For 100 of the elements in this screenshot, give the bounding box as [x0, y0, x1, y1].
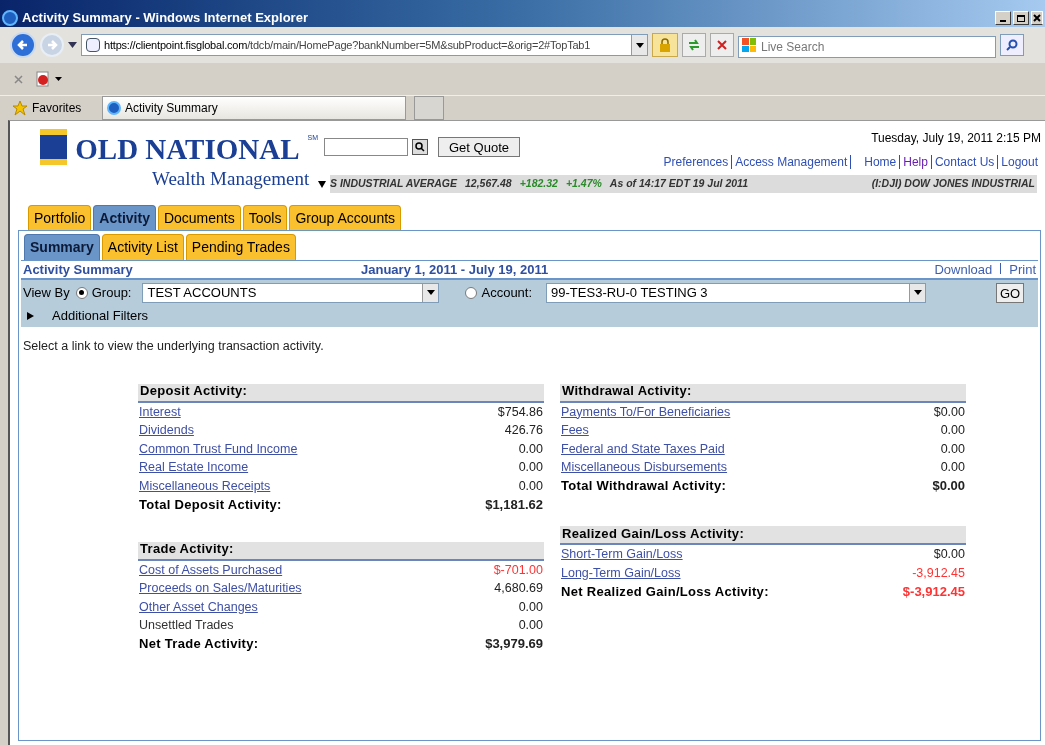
caret-icon [909, 283, 926, 302]
amount: 0.00 [518, 477, 543, 495]
window-title: Activity Summary - Windows Internet Explorer [22, 9, 308, 28]
activity-link[interactable]: Dividends [139, 421, 194, 440]
caret-icon[interactable] [631, 35, 647, 55]
expand-icon[interactable] [27, 312, 34, 320]
go-button[interactable]: GO [996, 282, 1024, 303]
nav-link[interactable]: Contact Us [931, 153, 998, 171]
sub-tab[interactable]: Activity List [101, 234, 184, 260]
close-button[interactable] [1031, 11, 1043, 25]
activity-link[interactable]: Federal and State Taxes Paid [561, 439, 725, 459]
favorites-button[interactable]: Favorites [32, 99, 82, 117]
address-field[interactable]: https://clientpoint.fisglobal.com/tdcb/main/HomePage?bankNumber=5M&subProduct=&orig=2#TopTab1 [81, 34, 648, 56]
activity-link[interactable]: Cost of Assets Purchased [139, 560, 283, 580]
amount: 426.76 [504, 422, 543, 440]
amount: $0.00 [933, 403, 965, 421]
instruction-text: Select a link to view the underlying transaction activity. [22, 338, 325, 355]
activity-link[interactable]: Proceeds on Sales/Maturities [139, 579, 302, 598]
caret-icon[interactable] [68, 42, 77, 48]
back-button[interactable] [10, 32, 36, 58]
browser-tab[interactable]: Activity Summary [102, 96, 406, 120]
nav-tab[interactable]: Documents [157, 205, 241, 230]
amount: 0.00 [940, 440, 965, 458]
activity-link[interactable]: Interest [139, 402, 181, 422]
row-label: Unsettled Trades [139, 617, 234, 635]
page-icon [86, 38, 100, 52]
activity-link[interactable]: Miscellaneous Disbursements [561, 458, 728, 477]
amount: 0.00 [518, 598, 543, 616]
dropdown-field[interactable]: 99-TES3-RU-0 TESTING 3 [546, 282, 927, 303]
search-field[interactable]: Live Search [738, 36, 996, 58]
browser-icon [107, 101, 121, 115]
section-header: Realized Gain/Loss Activity: [560, 526, 966, 546]
nav-tab[interactable]: Portfolio [28, 205, 92, 230]
amount: $-3,912.45 [902, 582, 965, 601]
refresh-button[interactable] [682, 33, 706, 57]
total-label: Total Deposit Activity: [139, 495, 282, 514]
search-button[interactable] [1000, 34, 1024, 56]
arrow-right-icon [46, 39, 58, 51]
amount: 0.00 [518, 440, 543, 458]
nav-link[interactable]: Access Management [732, 153, 851, 171]
activity-link[interactable]: Short-Term Gain/Loss [561, 545, 683, 564]
amount: $3,979.69 [485, 635, 543, 654]
ticker-text: 12,567.48 [465, 176, 512, 192]
amount: 4,680.69 [494, 580, 543, 598]
activity-link[interactable]: Other Asset Changes [139, 597, 258, 617]
action-link[interactable]: Print [1009, 259, 1036, 280]
section-header: Withdrawal Activity: [560, 383, 966, 403]
section-header: Deposit Activity: [138, 383, 544, 403]
activity-link[interactable]: Fees [561, 421, 589, 440]
section-header: Trade Activity: [138, 541, 544, 561]
nav-tab[interactable]: Activity [93, 205, 156, 230]
nav-link[interactable]: Home [861, 153, 900, 171]
date-range: January 1, 2011 - July 19, 2011 [361, 260, 549, 279]
radio-button[interactable] [75, 286, 88, 299]
nav-tab[interactable]: Tools [242, 205, 288, 230]
amount: $0.00 [932, 477, 965, 496]
minimize-button[interactable] [995, 11, 1011, 25]
amount: 0.00 [940, 422, 965, 440]
arrow-left-icon [17, 39, 29, 51]
amount: 0.00 [940, 459, 965, 477]
activity-link[interactable]: Common Trust Fund Income [139, 439, 298, 459]
date-time: Tuesday, July 19, 2011 2:15 PM [871, 130, 1041, 147]
filters-toggle[interactable]: Additional Filters [52, 306, 149, 326]
search-icon [1006, 39, 1018, 51]
ticker-text: +182.32 [519, 176, 558, 192]
group-label: Group: [91, 283, 132, 302]
logo-text: OLD NATIONAL [75, 135, 300, 164]
radio-button[interactable] [465, 286, 478, 299]
nav-link[interactable]: Help [900, 153, 931, 171]
total-label: Total Withdrawal Activity: [561, 477, 727, 496]
amount: -3,912.45 [912, 564, 965, 582]
refresh-icon [687, 39, 701, 51]
activity-link[interactable]: Long-Term Gain/Loss [561, 563, 681, 583]
nav-link[interactable]: Logout [998, 153, 1041, 171]
dropdown-field[interactable]: TEST ACCOUNTS [142, 282, 440, 303]
get-quote-button[interactable]: Get Quote [438, 137, 520, 157]
caret-icon [422, 283, 439, 302]
total-label: Net Realized Gain/Loss Activity: [561, 582, 769, 601]
quote-field[interactable] [324, 138, 408, 156]
account-label: Account: [481, 283, 533, 302]
close-icon [717, 40, 727, 50]
amount: $-701.00 [493, 561, 543, 579]
sub-tab[interactable]: Pending Trades [185, 234, 296, 260]
stop-button[interactable] [710, 33, 734, 57]
total-label: Net Trade Activity: [139, 635, 259, 654]
sub-tab[interactable]: Summary [24, 234, 100, 260]
nav-link[interactable]: Preferences [660, 153, 732, 171]
toolbar-addon-icon[interactable] [35, 71, 62, 87]
ticker-text: +1.47% [565, 176, 602, 192]
activity-link[interactable]: Miscellaneous Receipts [139, 476, 271, 496]
nav-tab[interactable]: Group Accounts [289, 205, 402, 230]
browser-icon [2, 10, 18, 26]
activity-link[interactable]: Payments To/For Beneficiaries [561, 402, 731, 422]
windows-logo-icon [742, 38, 756, 52]
activity-link[interactable]: Real Estate Income [139, 458, 249, 477]
ticker-arrow-icon [318, 180, 326, 188]
restore-button[interactable] [1013, 11, 1029, 25]
amount: $1,181.62 [485, 495, 543, 514]
search-button[interactable] [412, 139, 428, 155]
action-link[interactable]: Download [934, 259, 993, 280]
